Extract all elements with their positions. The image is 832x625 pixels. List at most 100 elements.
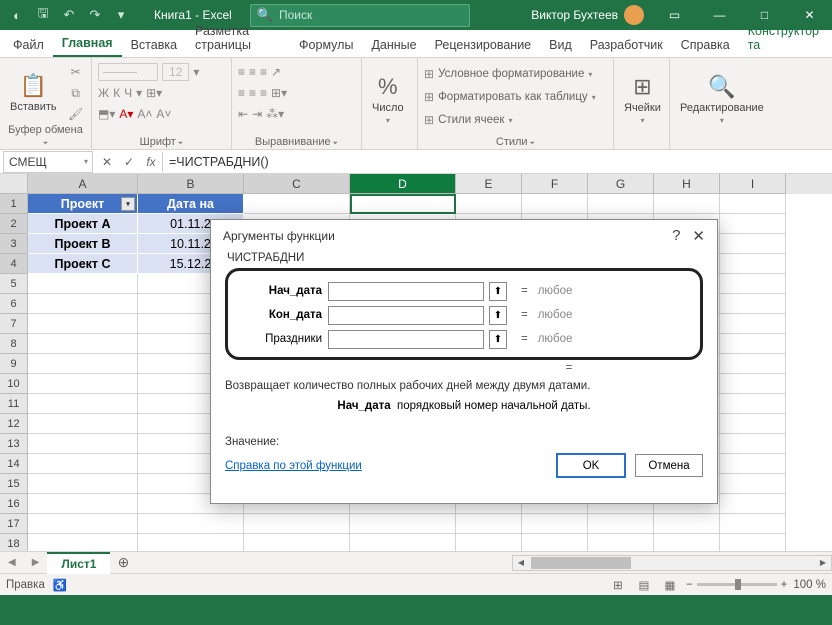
cell[interactable]	[720, 254, 786, 274]
row-header[interactable]: 12	[0, 414, 28, 434]
sheet-nav-next[interactable]: ▶	[24, 557, 48, 568]
sheet-nav-prev[interactable]: ◀	[0, 557, 24, 568]
cell-styles-button[interactable]: ⊞Стили ячеек▾	[424, 110, 607, 130]
cell[interactable]	[138, 534, 244, 551]
row-header[interactable]: 5	[0, 274, 28, 294]
cell[interactable]	[720, 514, 786, 534]
tab-file[interactable]: Файл	[4, 33, 53, 57]
tab-view[interactable]: Вид	[540, 33, 581, 57]
add-sheet-button[interactable]: ⊕	[110, 554, 136, 571]
arg-input-2[interactable]	[328, 330, 484, 349]
col-header-e[interactable]: E	[456, 174, 522, 194]
cell[interactable]	[720, 494, 786, 514]
dialog-close-icon[interactable]: ✕	[692, 227, 705, 245]
tab-developer[interactable]: Разработчик	[581, 33, 672, 57]
cell[interactable]	[28, 454, 138, 474]
scrollbar-thumb[interactable]	[531, 557, 631, 569]
number-format-button[interactable]: % Число ▾	[368, 62, 408, 136]
tab-insert[interactable]: Вставка	[122, 33, 186, 57]
row-header[interactable]: 4	[0, 254, 28, 274]
range-picker-icon-0[interactable]: ⬆	[489, 282, 507, 301]
cell[interactable]	[28, 534, 138, 551]
dialog-help-link[interactable]: Справка по этой функции	[225, 460, 362, 472]
dialog-help-icon[interactable]: ?	[672, 227, 680, 245]
zoom-out-icon[interactable]: −	[686, 579, 693, 591]
cell[interactable]	[720, 414, 786, 434]
cell[interactable]	[28, 414, 138, 434]
cell[interactable]	[350, 534, 456, 551]
save-icon[interactable]: 🖫	[30, 2, 56, 28]
zoom-slider[interactable]: − +	[686, 579, 787, 591]
cell[interactable]: Проект C	[28, 254, 138, 274]
name-box[interactable]: СМЕЩ	[3, 151, 93, 173]
col-header-i[interactable]: I	[720, 174, 786, 194]
undo-icon[interactable]: ↶	[56, 2, 82, 28]
tab-formulas[interactable]: Формулы	[290, 33, 362, 57]
tab-home[interactable]: Главная	[53, 31, 122, 57]
col-header-b[interactable]: B	[138, 174, 244, 194]
cell[interactable]	[28, 494, 138, 514]
cell[interactable]	[28, 294, 138, 314]
ok-button[interactable]: OK	[557, 454, 625, 477]
arg-input-0[interactable]	[328, 282, 484, 301]
tab-page-layout[interactable]: Разметка страницы	[186, 19, 290, 57]
cell[interactable]: Проект B	[28, 234, 138, 254]
editing-button[interactable]: 🔍 Редактирование ▾	[676, 62, 768, 136]
col-header-g[interactable]: G	[588, 174, 654, 194]
cell[interactable]	[28, 354, 138, 374]
insert-function-icon[interactable]: fx	[140, 152, 162, 172]
redo-icon[interactable]: ↷	[82, 2, 108, 28]
cell[interactable]	[28, 514, 138, 534]
view-page-layout-icon[interactable]: ▤	[634, 576, 654, 594]
sheet-tab-active[interactable]: Лист1	[47, 552, 110, 574]
cell[interactable]	[588, 194, 654, 214]
range-picker-icon-1[interactable]: ⬆	[489, 306, 507, 325]
cell[interactable]	[720, 274, 786, 294]
row-header[interactable]: 1	[0, 194, 28, 214]
qat-dropdown[interactable]: ▾	[108, 2, 134, 28]
cell[interactable]	[720, 434, 786, 454]
select-all-corner[interactable]	[0, 174, 28, 194]
row-header[interactable]: 16	[0, 494, 28, 514]
cell[interactable]	[720, 234, 786, 254]
row-header[interactable]: 13	[0, 434, 28, 454]
scroll-right-icon[interactable]: ▶	[815, 558, 831, 567]
col-header-d[interactable]: D	[350, 174, 456, 194]
zoom-in-icon[interactable]: +	[781, 579, 788, 591]
cancel-formula-icon[interactable]: ✕	[96, 152, 118, 172]
cell[interactable]	[720, 194, 786, 214]
row-header[interactable]: 3	[0, 234, 28, 254]
cell[interactable]	[28, 314, 138, 334]
cell[interactable]	[244, 194, 350, 214]
format-painter-icon[interactable]: 🖌	[65, 104, 87, 124]
cell[interactable]	[138, 514, 244, 534]
cell[interactable]	[654, 514, 720, 534]
cell[interactable]	[720, 214, 786, 234]
format-as-table-button[interactable]: ⊞Форматировать как таблицу▾	[424, 87, 607, 107]
cells-button[interactable]: ⊞ Ячейки ▾	[620, 62, 665, 136]
cell[interactable]	[28, 394, 138, 414]
cell[interactable]	[720, 474, 786, 494]
horizontal-scrollbar[interactable]: ◀ ▶	[512, 555, 832, 571]
cell[interactable]	[654, 534, 720, 551]
cell[interactable]	[720, 294, 786, 314]
cell[interactable]	[720, 534, 786, 551]
col-header-a[interactable]: A	[28, 174, 138, 194]
row-header[interactable]: 9	[0, 354, 28, 374]
row-header[interactable]: 6	[0, 294, 28, 314]
zoom-level[interactable]: 100 %	[793, 579, 826, 591]
range-picker-icon-2[interactable]: ⬆	[489, 330, 507, 349]
cut-icon[interactable]: ✂	[65, 62, 87, 82]
col-header-f[interactable]: F	[522, 174, 588, 194]
user-account[interactable]: Виктор Бухтеев	[531, 5, 644, 25]
scroll-left-icon[interactable]: ◀	[513, 558, 529, 567]
cell[interactable]	[456, 194, 522, 214]
paste-button[interactable]: 📋 Вставить	[6, 62, 61, 124]
cell[interactable]	[588, 534, 654, 551]
cell[interactable]	[28, 434, 138, 454]
autosave-toggle[interactable]: ◐	[4, 2, 30, 28]
dialog-titlebar[interactable]: Аргументы функции ? ✕	[211, 220, 717, 252]
cell[interactable]	[588, 514, 654, 534]
row-header[interactable]: 11	[0, 394, 28, 414]
cell[interactable]	[720, 454, 786, 474]
